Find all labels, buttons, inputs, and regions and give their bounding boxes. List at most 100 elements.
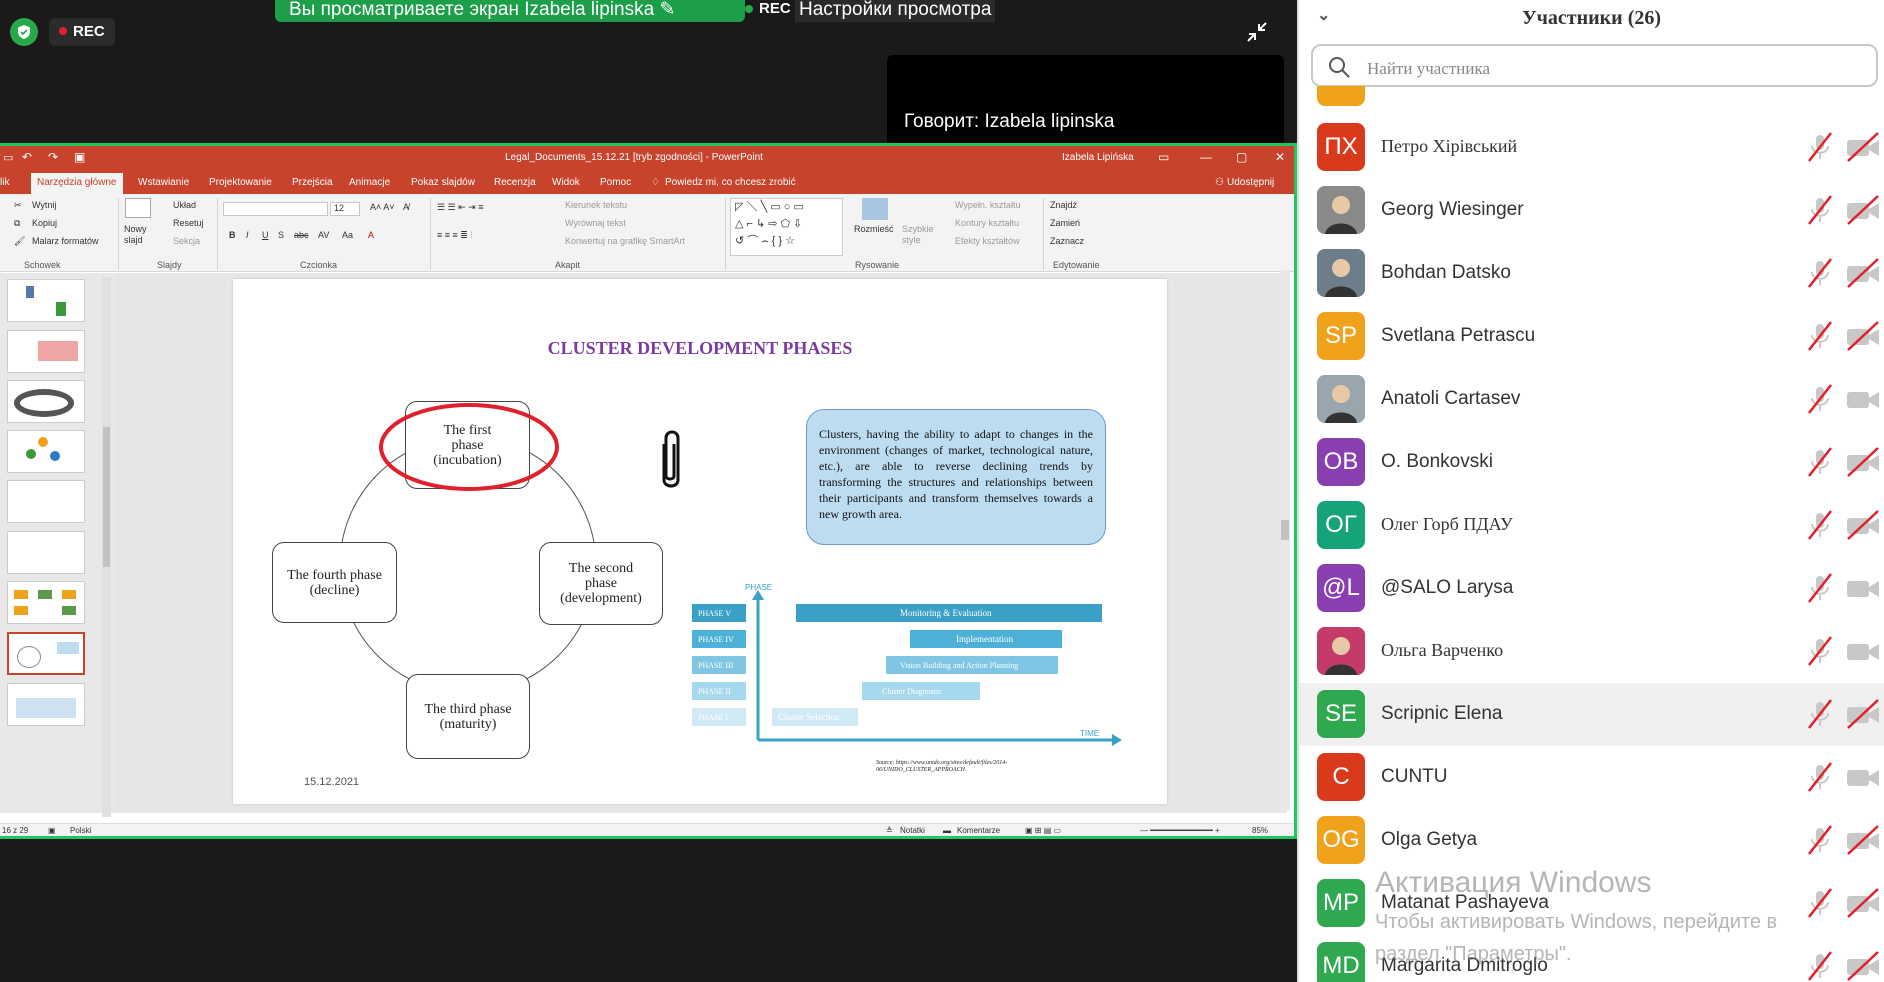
muted-mic-icon[interactable] — [1804, 761, 1836, 793]
ribbon-display-icon[interactable]: ▭ — [1158, 150, 1169, 164]
video-off-icon[interactable] — [1845, 699, 1881, 729]
underline-icon[interactable]: U — [262, 230, 269, 240]
select-button[interactable]: Zaznacz — [1050, 236, 1084, 246]
slide-thumbnail[interactable] — [7, 531, 85, 574]
slide-scrollbar[interactable] — [1280, 270, 1290, 810]
participant-row[interactable]: ОГ Олег Горб ПДАУ — [1299, 494, 1884, 557]
security-shield-icon[interactable] — [10, 18, 38, 46]
participant-row[interactable]: OG Olga Getya — [1299, 809, 1884, 872]
participant-row-partial[interactable] — [1299, 86, 1884, 110]
phase-4-box[interactable]: The fourth phase (decline) — [272, 542, 397, 623]
video-icon[interactable] — [1845, 384, 1881, 414]
video-off-icon[interactable] — [1845, 510, 1881, 540]
notes-button[interactable]: Notatki — [900, 826, 925, 835]
language-indicator[interactable]: Polski — [70, 826, 91, 835]
arrange-icon[interactable] — [862, 198, 888, 220]
participant-row[interactable]: Bohdan Datsko — [1299, 242, 1884, 305]
quick-styles-button[interactable]: Szybkie style — [902, 224, 936, 246]
font-name-field[interactable] — [223, 202, 328, 216]
participant-search-input[interactable]: Найти участника — [1311, 44, 1878, 87]
text-direction-button[interactable]: Kierunek tekstu — [565, 200, 627, 210]
participant-row[interactable]: @L @SALO Larysa — [1299, 557, 1884, 620]
slide-thumbnail[interactable] — [7, 380, 85, 423]
video-icon[interactable] — [1845, 636, 1881, 666]
tab-animations[interactable]: Animacje — [349, 177, 390, 188]
align-icons[interactable]: ≡ ≡ ≡ ≣ ⫶ — [437, 230, 473, 241]
muted-mic-icon[interactable] — [1804, 194, 1836, 226]
video-off-icon[interactable] — [1845, 447, 1881, 477]
arrange-button[interactable]: Rozmieść — [854, 224, 894, 234]
participant-row[interactable]: ПХ Петро Хірівський — [1299, 116, 1884, 179]
video-off-icon[interactable] — [1845, 888, 1881, 918]
spacing-icon[interactable]: AV — [318, 230, 329, 240]
bold-icon[interactable]: B — [229, 230, 236, 240]
video-off-icon[interactable] — [1845, 195, 1881, 225]
replace-button[interactable]: Zamień — [1050, 218, 1080, 228]
section-button[interactable]: Sekcja — [173, 236, 200, 246]
zoom-slider[interactable]: — ━━━━━━━━━━━━━ + — [1140, 826, 1220, 835]
participant-row[interactable]: SE Scripnic Elena — [1299, 683, 1884, 746]
video-off-icon[interactable] — [1845, 321, 1881, 351]
muted-mic-icon[interactable] — [1804, 131, 1836, 163]
participant-row[interactable]: OB O. Bonkovski — [1299, 431, 1884, 494]
tab-review[interactable]: Recenzja — [494, 177, 536, 188]
ppt-user-name[interactable]: Izabela Lipińska — [1062, 152, 1134, 163]
slide-thumbnail[interactable] — [7, 683, 85, 726]
strikethrough-icon[interactable]: abc — [294, 230, 309, 240]
participant-row[interactable]: Ольга Варченко — [1299, 620, 1884, 683]
tab-help[interactable]: Pomoc — [600, 177, 631, 188]
video-off-icon[interactable] — [1845, 132, 1881, 162]
tab-home[interactable]: Narzędzia główne — [31, 173, 123, 194]
muted-mic-icon[interactable] — [1804, 572, 1836, 604]
slide-thumbnail[interactable] — [7, 330, 85, 373]
layout-button[interactable]: Układ — [173, 200, 196, 210]
font-size-field[interactable]: 12 — [330, 202, 360, 216]
slideshow-icon[interactable]: ▣ — [74, 150, 85, 164]
comments-button[interactable]: Komentarze — [957, 826, 1000, 835]
muted-mic-icon[interactable] — [1804, 824, 1836, 856]
thumbnails-scrollbar[interactable] — [102, 277, 111, 817]
shape-fill-button[interactable]: Wypełn. kształtu — [955, 200, 1020, 210]
grow-font-icon[interactable]: A˄ A˅ — [370, 202, 395, 212]
zoom-level[interactable]: 85% — [1252, 826, 1268, 835]
participant-row[interactable]: Anatoli Cartasev — [1299, 368, 1884, 431]
save-icon[interactable]: ▭ — [3, 151, 13, 164]
participant-row[interactable]: SP Svetlana Petrascu — [1299, 305, 1884, 368]
tab-insert[interactable]: Wstawianie — [138, 177, 189, 188]
phase-3-box[interactable]: The third phase (maturity) — [406, 674, 530, 759]
bullets-icon[interactable]: ☰ ☰ ⇤ ⇥ ≡ — [437, 202, 483, 213]
video-off-icon[interactable] — [1845, 258, 1881, 288]
tab-design[interactable]: Projektowanie — [209, 177, 272, 188]
muted-mic-icon[interactable] — [1804, 257, 1836, 289]
info-callout[interactable]: Clusters, having the ability to adapt to… — [806, 409, 1106, 545]
align-text-button[interactable]: Wyrównaj tekst — [565, 218, 626, 228]
italic-icon[interactable]: I — [246, 230, 249, 240]
exit-fullscreen-icon[interactable] — [1245, 20, 1269, 44]
slide-thumbnail[interactable] — [7, 480, 85, 523]
phase-2-box[interactable]: The second phase (development) — [539, 542, 663, 625]
video-off-icon[interactable] — [1845, 825, 1881, 855]
participant-row[interactable]: C CUNTU — [1299, 746, 1884, 809]
undo-icon[interactable]: ↶ — [22, 150, 32, 164]
muted-mic-icon[interactable] — [1804, 446, 1836, 478]
video-off-icon[interactable] — [1845, 951, 1881, 981]
spellcheck-icon[interactable]: ▣ — [48, 826, 56, 835]
tab-transitions[interactable]: Przejścia — [292, 177, 333, 188]
font-color-icon[interactable]: A — [368, 230, 374, 240]
muted-mic-icon[interactable] — [1804, 635, 1836, 667]
minimize-icon[interactable]: — — [1200, 150, 1212, 164]
view-buttons[interactable]: ▣ ⊞ ▤ ▭ — [1025, 826, 1061, 835]
muted-mic-icon[interactable] — [1804, 383, 1836, 415]
format-painter-button[interactable]: Malarz formatów — [32, 236, 99, 246]
shapes-gallery[interactable]: ◸ ＼ ╲ ▭ ○ ▭ △ ⌐ ↳ ⇨ ⬠ ⇩ ↺ ⌒ ⌢ { } ☆ — [730, 198, 843, 256]
copy-button[interactable]: Kopiuj — [32, 218, 57, 228]
new-slide-icon[interactable] — [125, 198, 151, 218]
tab-view[interactable]: Widok — [552, 177, 580, 188]
tell-me-box[interactable]: Powiedz mi, co chcesz zrobić — [665, 177, 796, 188]
find-button[interactable]: Znajdź — [1050, 200, 1077, 210]
maximize-icon[interactable]: ▢ — [1236, 150, 1247, 164]
reset-button[interactable]: Resetuj — [173, 218, 204, 228]
slide-thumbnail[interactable] — [7, 430, 85, 473]
video-icon[interactable] — [1845, 762, 1881, 792]
case-icon[interactable]: Aa — [342, 230, 353, 240]
